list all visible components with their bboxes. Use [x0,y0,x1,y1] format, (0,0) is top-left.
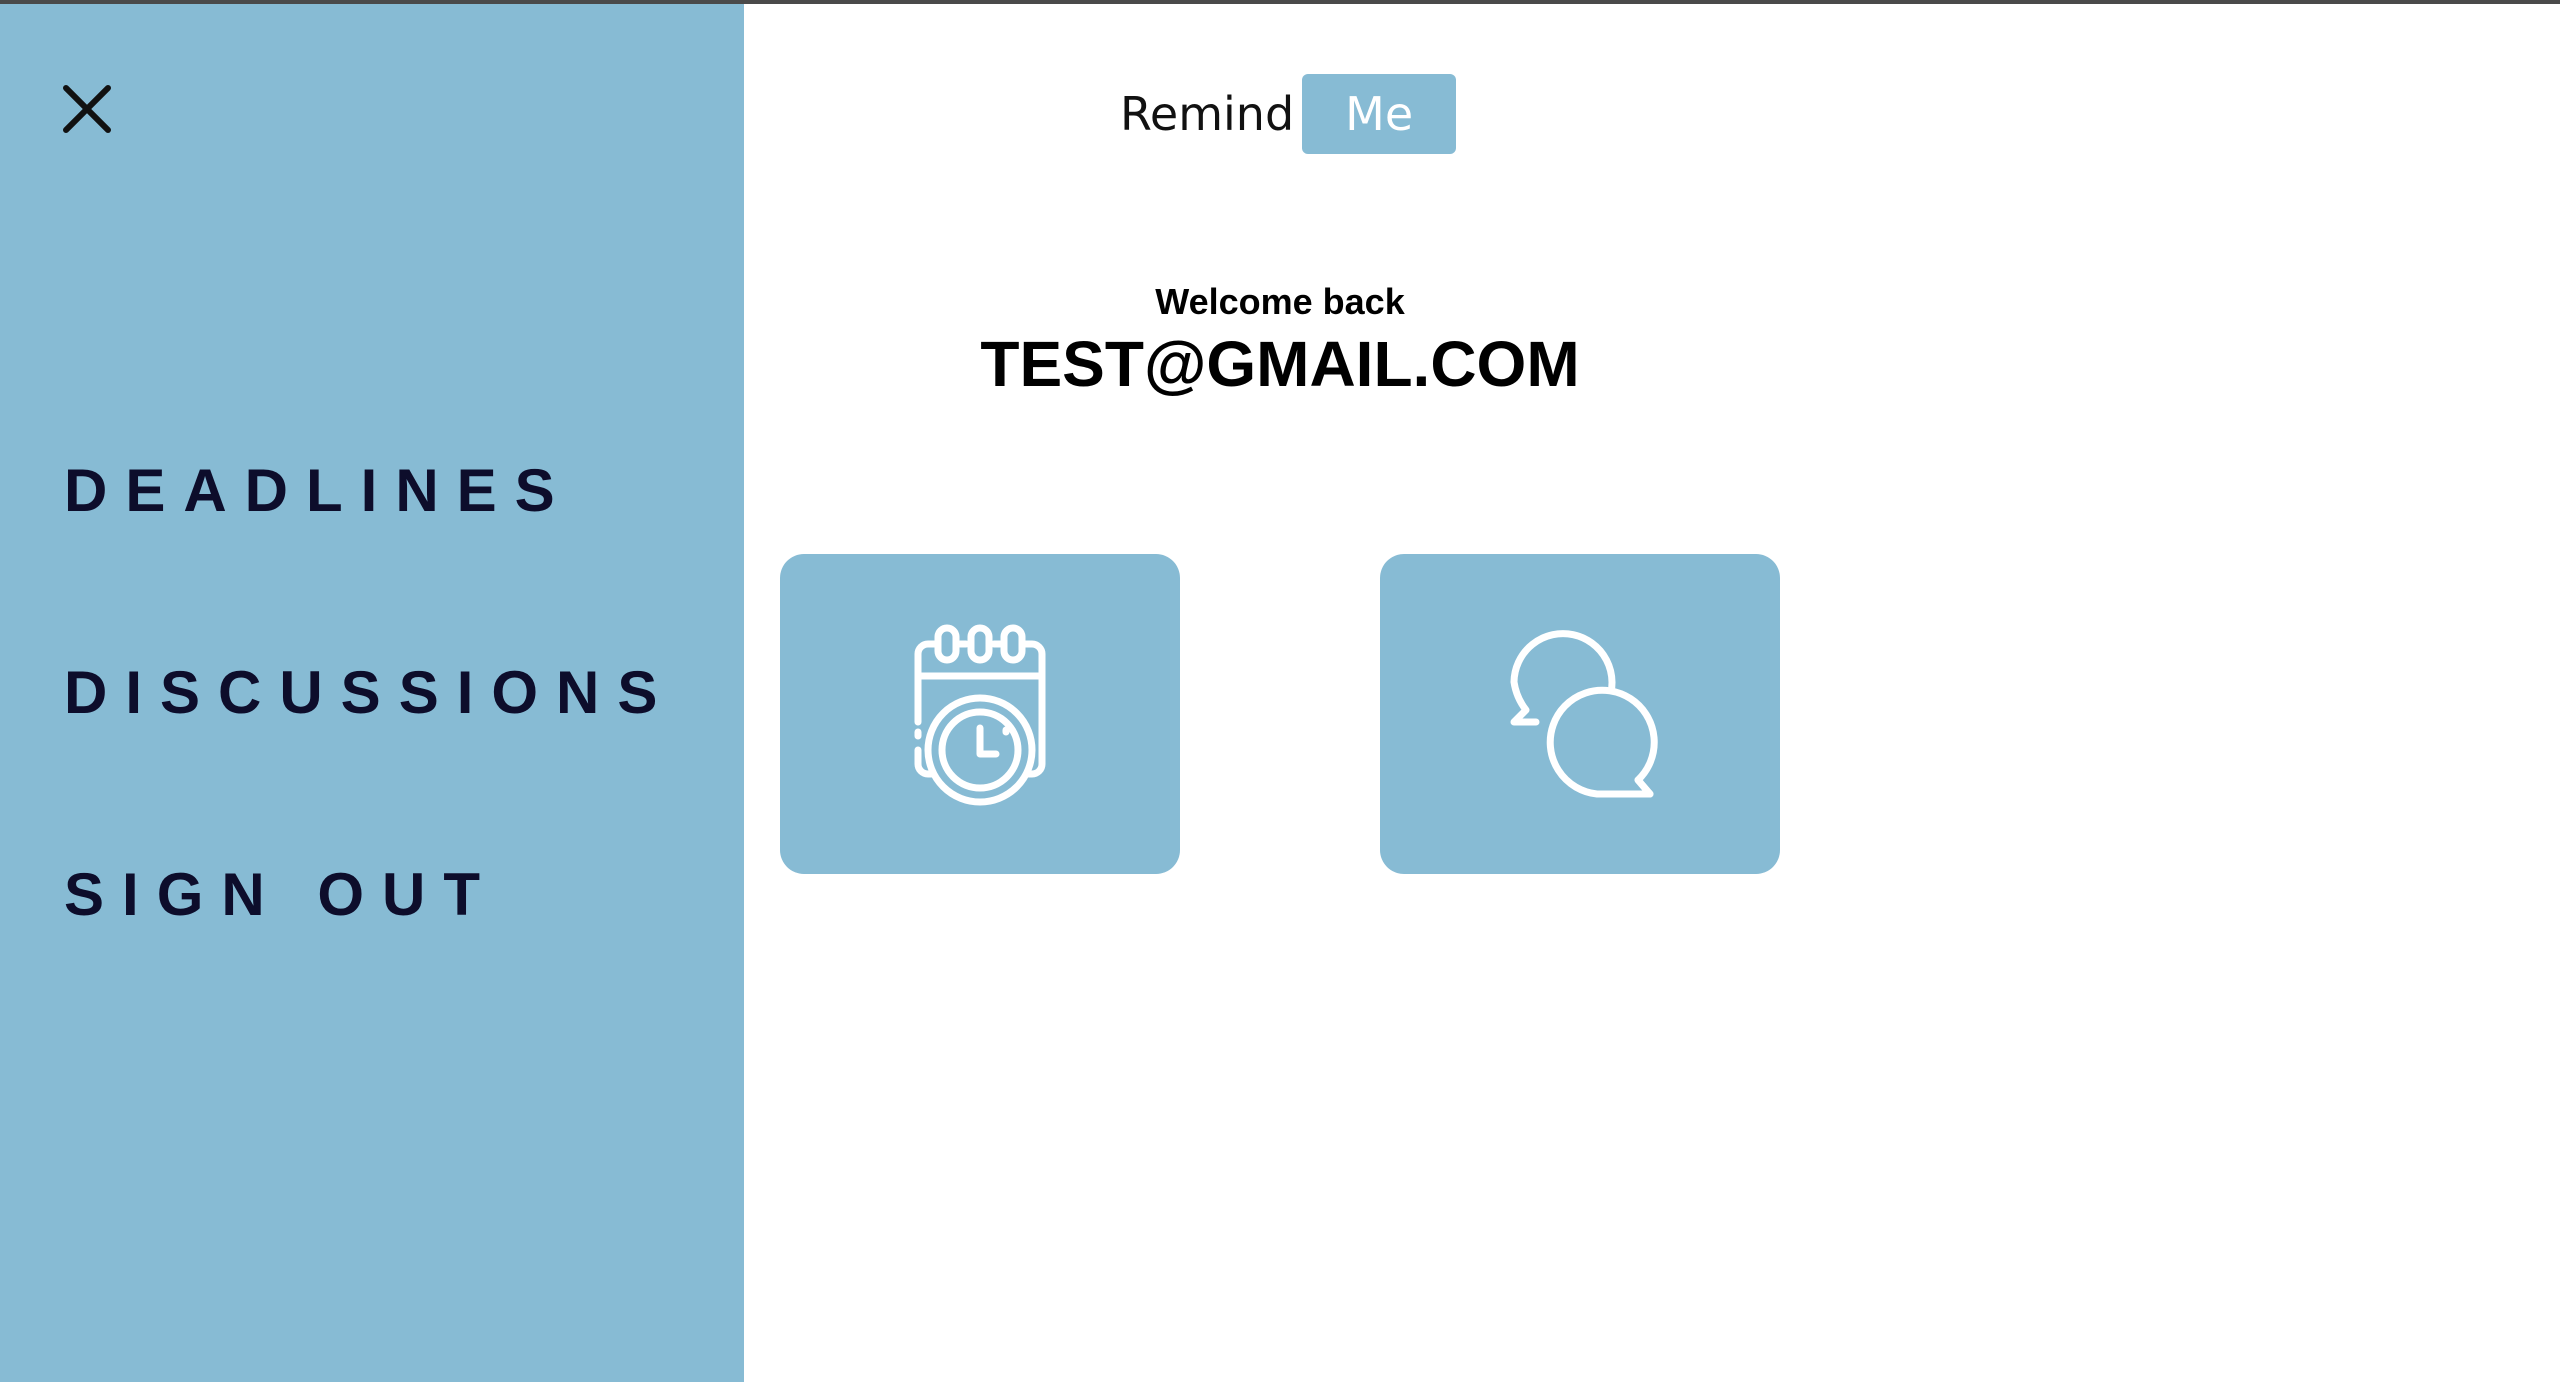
close-menu-button[interactable] [52,74,122,144]
app-logo: Remind Me [1120,74,1457,154]
sidebar-menu: DEADLINES DISCUSSIONS SIGN OUT [0,4,744,1382]
sidebar-item-discussions[interactable]: DISCUSSIONS [64,663,675,723]
calendar-clock-icon [914,624,1046,806]
logo-text-remind: Remind [1120,87,1295,141]
welcome-text: Welcome back [1155,281,1405,322]
sidebar-item-deadlines[interactable]: DEADLINES [64,461,573,521]
chat-bubbles-icon [1510,630,1658,798]
main-content: Remind Me Welcome back TEST@GMAIL.COM [744,4,2560,1382]
close-icon [63,85,111,133]
sidebar-item-sign-out[interactable]: SIGN OUT [64,865,498,925]
deadlines-tile-button[interactable] [780,554,1180,874]
user-email: TEST@GMAIL.COM [980,328,1580,400]
discussions-tile-button[interactable] [1380,554,1780,874]
logo-text-me: Me [1302,74,1457,154]
